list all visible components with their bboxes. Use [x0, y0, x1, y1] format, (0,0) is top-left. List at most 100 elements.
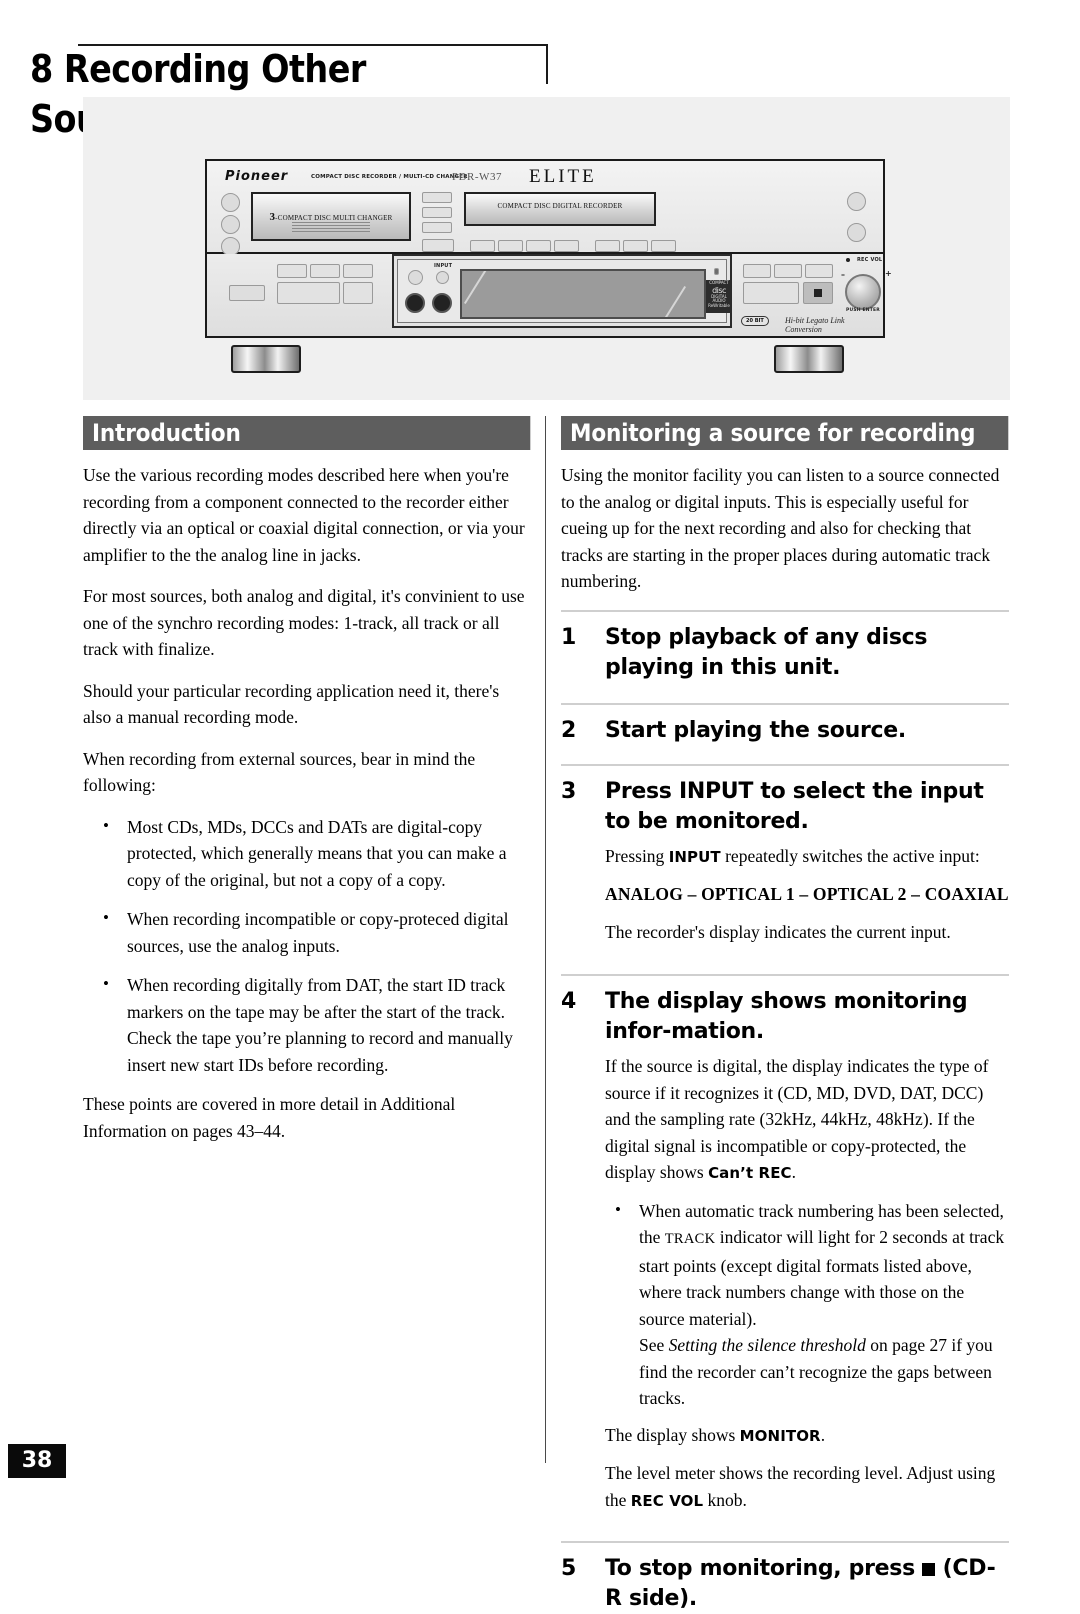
- rec-button-2: [498, 240, 523, 252]
- display-module: INPUT COMPACT disc DIGITAL AUDIO ReWrita…: [392, 254, 732, 328]
- rec-button-4: [554, 240, 579, 252]
- step-1: 1 Stop playback of any discs playing in …: [561, 609, 1009, 683]
- step-5-number: 5: [561, 1556, 577, 1581]
- changer-tray-slots: [292, 221, 370, 233]
- bottom-button-2: [310, 264, 340, 278]
- rec-button-7: [651, 240, 676, 252]
- step-4-monitor-line: The display shows MONITOR.: [605, 1422, 1009, 1450]
- bottom-button-8: [805, 264, 833, 278]
- bottom-button-5: [343, 282, 373, 304]
- step-5: 5 To stop monitoring, press (CD-R side).: [561, 1541, 1009, 1614]
- push-enter-label: PUSH ENTER: [846, 308, 880, 313]
- section-header-monitoring: Monitoring a source for recording: [561, 416, 1009, 450]
- unit-bottom-panel: INPUT COMPACT disc DIGITAL AUDIO ReWrita…: [207, 254, 892, 336]
- unit-top-panel: Pioneer COMPACT DISC RECORDER / MULTI-CD…: [207, 161, 883, 256]
- compact-disc-logo: COMPACT disc DIGITAL AUDIO ReWritable: [706, 280, 732, 313]
- changer-tray-text: -COMPACT DISC MULTI CHANGER: [275, 214, 393, 223]
- step-1-title: Stop playback of any discs playing in th…: [605, 624, 928, 680]
- step-2-title: Start playing the source.: [605, 717, 906, 743]
- cant-rec-keyword: Can’t REC: [708, 1164, 792, 1182]
- rec-button-6: [623, 240, 648, 252]
- step-5-title-pre: To stop monitoring, press: [605, 1556, 923, 1581]
- optical-input-jack: [432, 293, 452, 313]
- step-3-lead: Pressing INPUT repeatedly switches the a…: [605, 843, 1009, 871]
- top-button-c: [422, 222, 452, 233]
- step-2-number: 2: [561, 717, 577, 743]
- pioneer-logo: Pioneer: [225, 169, 289, 184]
- input-button[interactable]: [436, 271, 449, 284]
- step-4-para1-text: If the source is digital, the display in…: [605, 1056, 989, 1182]
- step-3: 3 Press INPUT to select the input to be …: [561, 763, 1009, 946]
- monitor-post: .: [820, 1424, 826, 1445]
- bottom-button-1: [277, 264, 307, 278]
- step-5-title: To stop monitoring, press (CD-R side).: [605, 1554, 1009, 1614]
- list-item: When recording digitally from DAT, the s…: [83, 971, 531, 1078]
- rec-button-5: [595, 240, 620, 252]
- recorder-disc-tray: COMPACT DISC DIGITAL RECORDER: [464, 192, 656, 226]
- level-post: knob.: [703, 1489, 747, 1510]
- monitoring-intro-paragraph: Using the monitor facility you can liste…: [561, 465, 1000, 591]
- top-button-b: [422, 207, 452, 218]
- lcd-side-indicator: [714, 268, 719, 275]
- intro-paragraph-2: For most sources, both analog and digita…: [83, 586, 525, 659]
- step-4-number: 4: [561, 989, 577, 1014]
- step-4-bullet-list: When automatic track numbering has been …: [605, 1197, 1009, 1412]
- stop-button[interactable]: [803, 282, 833, 304]
- top-button-a: [422, 192, 452, 203]
- bottom-button-7: [774, 264, 802, 278]
- model-number: PDR-W37: [452, 171, 502, 183]
- see-reference-title: Setting the silence threshold: [668, 1335, 866, 1355]
- intro-bullet-list: Most CDs, MDs, DCCs and DATs are digital…: [83, 813, 531, 1079]
- rec-vol-knob[interactable]: [845, 274, 881, 310]
- step-3-lead-prefix: Pressing: [605, 845, 669, 866]
- cd-recorder-unit: Pioneer COMPACT DISC RECORDER / MULTI-CD…: [205, 159, 892, 338]
- left-button-1: [221, 193, 240, 212]
- intro-paragraph-3: Should your particular recording applica…: [83, 680, 500, 728]
- twenty-bit-badge: 20 BIT: [741, 316, 769, 326]
- right-button-2: [847, 223, 866, 242]
- bottom-button-6: [743, 264, 771, 278]
- left-button-2: [221, 215, 240, 234]
- step-3-after: The recorder's display indicates the cur…: [605, 921, 951, 942]
- section-header-introduction: Introduction: [83, 416, 531, 450]
- step-3-number: 3: [561, 778, 577, 804]
- monitor-pre: The display shows: [605, 1424, 740, 1445]
- stop-square-icon: [922, 1563, 936, 1576]
- rec-button-1: [470, 240, 495, 252]
- bottom-button-9: [743, 282, 799, 304]
- intro-list-lead: When recording from external sources, be…: [83, 748, 476, 796]
- intro-paragraph-1: Use the various recording modes describe…: [83, 465, 525, 565]
- list-item: Most CDs, MDs, DCCs and DATs are digital…: [83, 813, 531, 894]
- track-indicator-keyword: TRACK: [664, 1231, 716, 1247]
- rec-button-3: [526, 240, 551, 252]
- step-4-paragraph-1: If the source is digital, the display in…: [605, 1053, 1009, 1187]
- list-item: When automatic track numbering has been …: [605, 1197, 1009, 1412]
- top-button-d: [422, 239, 454, 252]
- phones-jack: [405, 293, 425, 313]
- step-3-body: Pressing INPUT repeatedly switches the a…: [605, 843, 1009, 946]
- disc-logo-line1: COMPACT: [709, 280, 729, 285]
- recorder-tray-label: COMPACT DISC DIGITAL RECORDER: [497, 202, 623, 211]
- legato-link-text: Hi-bit Legato Link Conversion: [785, 316, 845, 334]
- rec-indicator-led: [846, 258, 850, 262]
- step-4-title: The display shows monitoring infor-matio…: [605, 989, 968, 1044]
- unit-foot-left: [231, 345, 301, 373]
- bottom-left-plate: [229, 285, 265, 301]
- monitor-keyword: MONITOR: [739, 1426, 821, 1445]
- rec-vol-minus: –: [841, 270, 846, 279]
- column-divider: [545, 416, 546, 1463]
- input-chain: ANALOG – OPTICAL 1 – OPTICAL 2 – COAXIAL: [605, 884, 1009, 904]
- list-item: When recording incompatible or copy-prot…: [83, 905, 531, 959]
- product-photo: Pioneer COMPACT DISC RECORDER / MULTI-CD…: [83, 97, 1010, 400]
- step-2: 2 Start playing the source.: [561, 702, 1009, 746]
- intro-closing-paragraph: These points are covered in more detail …: [83, 1094, 456, 1141]
- step-4: 4 The display shows monitoring infor-mat…: [561, 974, 1009, 1514]
- input-label: INPUT: [434, 263, 453, 269]
- rec-vol-keyword: REC VOL: [630, 1491, 704, 1510]
- input-keyword: INPUT: [668, 847, 721, 866]
- phones-knob: [408, 270, 423, 285]
- step-3-lead-suffix: repeatedly switches the active input:: [720, 845, 980, 866]
- disc-logo-line3: DIGITAL AUDIO: [711, 293, 727, 304]
- elite-badge: ELITE: [529, 166, 597, 187]
- bottom-button-3: [343, 264, 373, 278]
